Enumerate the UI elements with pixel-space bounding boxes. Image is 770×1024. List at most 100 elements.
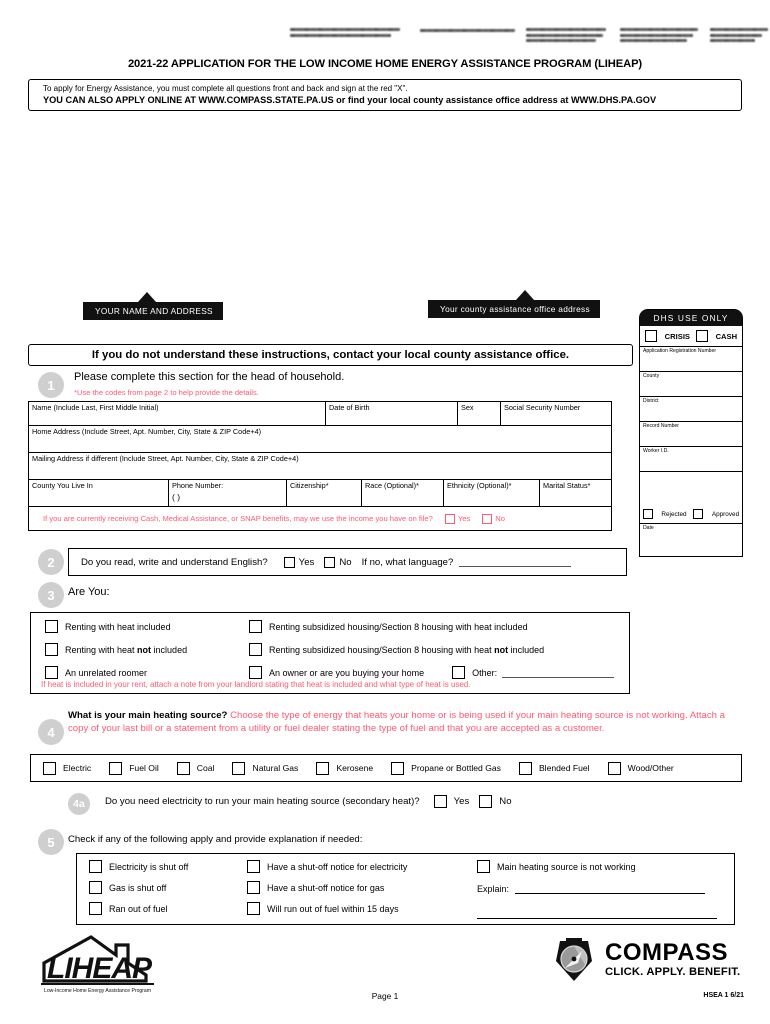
fuel-option-blended-fuel[interactable]: Blended Fuel xyxy=(518,761,590,775)
option-renting-heat-included[interactable]: Renting with heat included xyxy=(45,620,187,633)
fuel-option-coal[interactable]: Coal xyxy=(176,761,214,775)
field-ssn[interactable]: Social Security Number xyxy=(501,402,611,425)
english-no-checkbox[interactable] xyxy=(324,556,336,568)
option-main-heating-not-working[interactable]: Main heating source is not working xyxy=(477,860,725,873)
field-name[interactable]: Name (Include Last, First Middle Initial… xyxy=(29,402,326,425)
option-label: Electricity is shut off xyxy=(109,861,189,872)
option-unrelated-roomer[interactable]: An unrelated roomer xyxy=(45,666,187,679)
checkbox[interactable] xyxy=(45,666,58,679)
other-label: Other: xyxy=(472,667,498,678)
checkbox[interactable] xyxy=(109,761,123,775)
option-ran-out-of-fuel[interactable]: Ran out of fuel xyxy=(89,902,188,915)
explain-label: Explain: xyxy=(477,884,510,894)
option-gas-shut-off[interactable]: Gas is shut off xyxy=(89,881,188,894)
dhs-rejected-checkbox[interactable] xyxy=(642,509,653,519)
checkbox[interactable] xyxy=(247,881,260,894)
option-shutoff-notice-gas[interactable]: Have a shut-off notice for gas xyxy=(247,881,407,894)
dhs-cash-checkbox[interactable] xyxy=(695,330,708,342)
fuel-option-fuel-oil[interactable]: Fuel Oil xyxy=(109,761,159,775)
explain-input-line-2[interactable] xyxy=(477,908,717,919)
dhs-rejected-approved-row: Rejected Approved xyxy=(640,509,742,519)
field-marital-status[interactable]: Marital Status* xyxy=(540,480,610,506)
checkbox[interactable] xyxy=(89,902,102,915)
checkbox[interactable] xyxy=(247,860,260,873)
fuel-option-electric[interactable]: Electric xyxy=(43,761,91,775)
option-other[interactable]: Other: xyxy=(452,666,615,679)
checkbox[interactable] xyxy=(89,860,102,873)
secondary-heat-yes-option[interactable]: Yes xyxy=(433,795,469,808)
table-row: Mailing Address if different (Include St… xyxy=(29,453,611,480)
dhs-field-record-number[interactable]: Record Number xyxy=(640,422,742,447)
field-sex[interactable]: Sex xyxy=(458,402,501,425)
fuel-option-kerosene[interactable]: Kerosene xyxy=(316,761,373,775)
dhs-field-county[interactable]: County xyxy=(640,372,742,397)
checkbox[interactable] xyxy=(607,761,621,775)
agency-header-illegible xyxy=(290,26,768,52)
checkbox[interactable] xyxy=(249,666,262,679)
liheap-logo: LIHEAP Low-Income Home Energy Assistance… xyxy=(36,933,161,995)
checkbox[interactable] xyxy=(477,860,490,873)
field-county-you-live-in[interactable]: County You Live In xyxy=(29,480,169,506)
field-date-of-birth[interactable]: Date of Birth xyxy=(326,402,458,425)
dhs-crisis-checkbox[interactable] xyxy=(644,330,657,342)
language-input[interactable] xyxy=(459,557,572,567)
step-number-3: 3 xyxy=(38,582,64,608)
checkbox[interactable] xyxy=(45,643,58,656)
checkbox[interactable] xyxy=(518,761,532,775)
checkbox[interactable] xyxy=(479,795,493,808)
checkbox[interactable] xyxy=(452,666,466,679)
field-citizenship[interactable]: Citizenship* xyxy=(287,480,362,506)
income-yes-option[interactable]: Yes xyxy=(444,513,470,524)
fuel-option-natural-gas[interactable]: Natural Gas xyxy=(232,761,298,775)
dhs-field-app-reg-number[interactable]: Application Registration Number xyxy=(640,347,742,372)
field-ethnicity[interactable]: Ethnicity (Optional)* xyxy=(444,480,540,506)
dhs-use-only-box: DHS USE ONLY CRISIS CASH Application Reg… xyxy=(639,309,743,557)
option-electricity-shut-off[interactable]: Electricity is shut off xyxy=(89,860,188,873)
option-label: An unrelated roomer xyxy=(65,667,148,678)
option-owner-or-buying[interactable]: An owner or are you buying your home Oth… xyxy=(249,666,615,679)
english-yes-option[interactable]: Yes xyxy=(283,556,314,568)
field-race[interactable]: Race (Optional)* xyxy=(362,480,444,506)
checkbox[interactable] xyxy=(247,902,260,915)
field-home-address[interactable]: Home Address (Include Street, Apt. Numbe… xyxy=(29,426,611,452)
checkbox[interactable] xyxy=(232,761,246,775)
step-number-4: 4 xyxy=(38,719,64,745)
income-no-checkbox[interactable] xyxy=(482,513,493,524)
table-row: Home Address (Include Street, Apt. Numbe… xyxy=(29,426,611,453)
field-mailing-address[interactable]: Mailing Address if different (Include St… xyxy=(29,453,611,479)
option-subsidized-heat-not-included[interactable]: Renting subsidized housing/Section 8 hou… xyxy=(249,643,614,656)
liheap-house-icon: LIHEAP Low-Income Home Energy Assistance… xyxy=(41,935,154,994)
option-renting-heat-not-included[interactable]: Renting with heat not included xyxy=(45,643,187,656)
dhs-field-worker-id[interactable]: Worker I.D. xyxy=(640,447,742,472)
income-yes-checkbox[interactable] xyxy=(444,513,455,524)
dhs-crisis-label: CRISIS xyxy=(664,331,690,341)
compass-logo: COMPASS CLICK. APPLY. BENEFIT. xyxy=(551,935,741,985)
checkbox[interactable] xyxy=(316,761,330,775)
dhs-field-district[interactable]: District xyxy=(640,397,742,422)
checkbox[interactable] xyxy=(176,761,190,775)
income-no-label: No xyxy=(495,514,505,523)
option-subsidized-heat-included[interactable]: Renting subsidized housing/Section 8 hou… xyxy=(249,620,614,633)
english-yes-checkbox[interactable] xyxy=(283,556,295,568)
checkbox[interactable] xyxy=(391,761,405,775)
checkbox[interactable] xyxy=(89,881,102,894)
secondary-heat-no-option[interactable]: No xyxy=(479,795,512,808)
option-shutoff-notice-electricity[interactable]: Have a shut-off notice for electricity xyxy=(247,860,407,873)
income-on-file-row: If you are currently receiving Cash, Med… xyxy=(29,507,611,529)
checkbox[interactable] xyxy=(45,620,58,633)
language-followup-label: If no, what language? xyxy=(361,556,454,568)
explain-input-line-1[interactable] xyxy=(515,883,706,894)
checkbox[interactable] xyxy=(43,761,56,775)
dhs-approved-checkbox[interactable] xyxy=(693,509,704,519)
checkbox[interactable] xyxy=(249,620,262,633)
fuel-option-wood-other[interactable]: Wood/Other xyxy=(607,761,674,775)
checkbox[interactable] xyxy=(433,795,447,808)
english-no-option[interactable]: No xyxy=(324,556,352,568)
dhs-field-date[interactable]: Date xyxy=(640,524,742,552)
other-input[interactable] xyxy=(502,668,615,678)
fuel-option-propane[interactable]: Propane or Bottled Gas xyxy=(391,761,501,775)
income-no-option[interactable]: No xyxy=(482,513,505,524)
checkbox[interactable] xyxy=(249,643,262,656)
option-fuel-out-15-days[interactable]: Will run out of fuel within 15 days xyxy=(247,902,407,915)
field-phone-number[interactable]: Phone Number: ( ) xyxy=(169,480,287,506)
